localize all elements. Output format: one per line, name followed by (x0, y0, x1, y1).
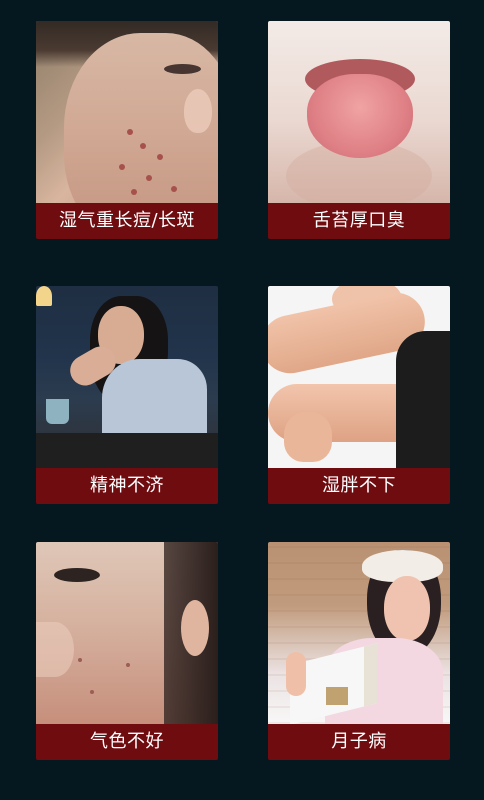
symptom-card-complexion: 气色不好 (36, 542, 218, 760)
nose-shape (36, 622, 74, 677)
desk-shape (36, 433, 218, 468)
symptom-card-tongue: 舌苔厚口臭 (268, 21, 450, 239)
symptom-label: 月子病 (268, 724, 450, 760)
arm-image (268, 286, 450, 468)
book-cover-detail (326, 687, 348, 705)
tongue-shape (307, 74, 413, 158)
skin-spot (140, 143, 146, 149)
symptom-card-weight: 湿胖不下 (268, 286, 450, 504)
tongue-image (268, 21, 450, 203)
symptom-label: 精神不济 (36, 468, 218, 504)
symptom-label: 气色不好 (36, 724, 218, 760)
eye-shape (164, 64, 201, 74)
body-shape (396, 331, 450, 468)
nose-shape (184, 89, 212, 133)
acne-face-image (36, 21, 218, 203)
ear-shape (181, 600, 209, 656)
skin-spot (127, 129, 133, 135)
symptom-card-acne: 湿气重长痘/长斑 (36, 21, 218, 239)
symptom-label: 湿胖不下 (268, 468, 450, 504)
skin-spot (146, 175, 152, 181)
face-closeup-image (36, 542, 218, 724)
hand-shape (284, 412, 332, 462)
symptom-card-postpartum: 月子病 (268, 542, 450, 760)
face-shape (384, 576, 430, 641)
symptom-label: 湿气重长痘/长斑 (36, 203, 218, 239)
lamp-shape (36, 286, 52, 306)
skin-spot (131, 189, 137, 195)
skin-spot (78, 658, 82, 662)
eye-shape (54, 568, 100, 582)
skin-spot (126, 663, 130, 667)
skin-spot (157, 154, 163, 160)
cup-shape (46, 399, 69, 424)
skin-spot (119, 164, 125, 170)
tired-woman-image (36, 286, 218, 468)
skin-spot (171, 186, 177, 192)
symptom-label: 舌苔厚口臭 (268, 203, 450, 239)
skin-spot (90, 690, 94, 694)
reading-woman-image (268, 542, 450, 724)
hand-shape (286, 652, 306, 696)
symptom-card-fatigue: 精神不济 (36, 286, 218, 504)
